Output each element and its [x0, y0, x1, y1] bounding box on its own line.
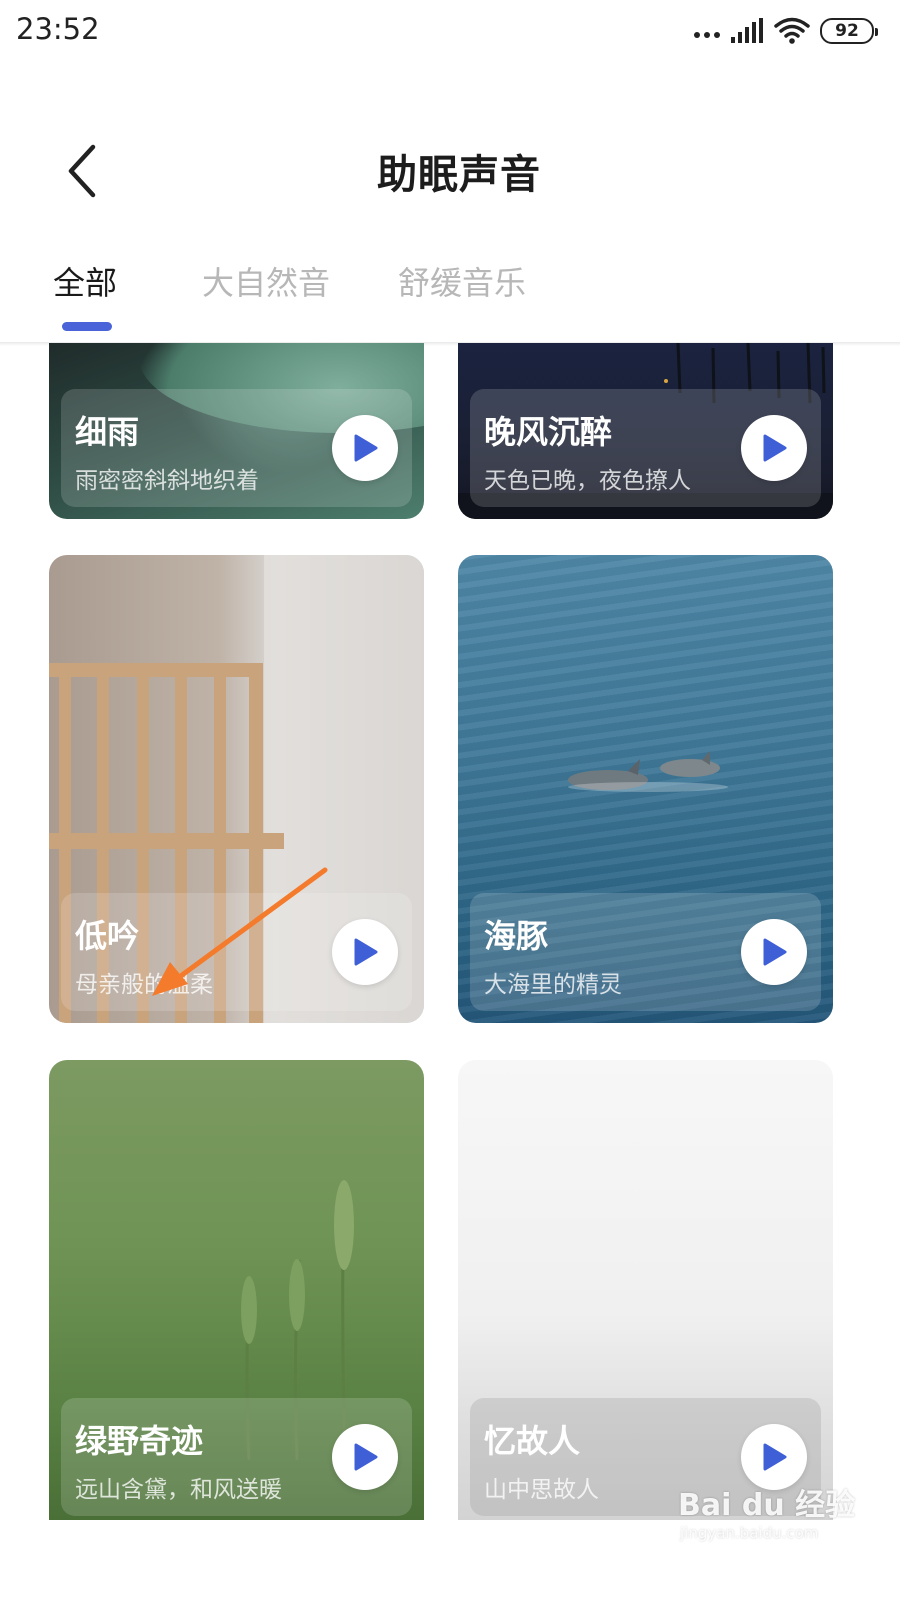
card-subtitle: 远山含黛，和风送暖	[75, 1477, 282, 1503]
play-icon	[763, 938, 787, 966]
play-icon	[354, 434, 378, 462]
battery-level: 92	[835, 21, 859, 41]
play-button[interactable]	[332, 1424, 398, 1490]
sound-card-drizzle[interactable]: 细雨 雨密密斜斜地织着	[49, 343, 424, 519]
tab-bar: 全部 大自然音 舒缓音乐	[0, 250, 900, 342]
card-info-panel: 绿野奇迹 远山含黛，和风送暖	[61, 1398, 412, 1516]
card-info-panel: 晚风沉醉 天色已晚，夜色撩人	[470, 389, 821, 507]
play-button[interactable]	[741, 919, 807, 985]
card-subtitle: 天色已晚，夜色撩人	[484, 468, 691, 494]
card-subtitle: 雨密密斜斜地织着	[75, 468, 259, 494]
card-title: 晚风沉醉	[484, 413, 613, 451]
play-button[interactable]	[741, 1424, 807, 1490]
tab-all[interactable]: 全部	[53, 258, 117, 304]
wifi-icon	[774, 17, 810, 44]
card-subtitle: 大海里的精灵	[484, 972, 622, 998]
card-subtitle: 山中思故人	[484, 1477, 599, 1503]
card-subtitle: 母亲般的温柔	[75, 972, 213, 998]
header: 助眠声音	[0, 120, 900, 220]
signal-icon	[731, 18, 763, 43]
card-title: 绿野奇迹	[75, 1422, 204, 1460]
more-dots-icon	[694, 32, 720, 38]
tab-nature-sounds[interactable]: 大自然音	[202, 258, 330, 304]
status-time: 23:52	[16, 12, 100, 46]
play-icon	[763, 434, 787, 462]
card-info-panel: 细雨 雨密密斜斜地织着	[61, 389, 412, 507]
status-icons: 92	[694, 15, 878, 47]
card-info-panel: 海豚 大海里的精灵	[470, 893, 821, 1011]
sound-card-low-hum[interactable]: 低吟 母亲般的温柔	[49, 555, 424, 1023]
card-title: 海豚	[484, 917, 549, 955]
tab-soothing-music[interactable]: 舒缓音乐	[398, 258, 526, 304]
play-button[interactable]	[741, 415, 807, 481]
battery-icon: 92	[820, 18, 878, 44]
play-icon	[763, 1443, 787, 1471]
page-title: 助眠声音	[377, 152, 541, 198]
play-icon	[354, 938, 378, 966]
card-info-panel: 低吟 母亲般的温柔	[61, 893, 412, 1011]
status-bar: 23:52 92	[0, 0, 900, 64]
card-title: 忆故人	[484, 1422, 581, 1460]
play-icon	[354, 1443, 378, 1471]
watermark-url: jingyan.baidu.com	[680, 1524, 819, 1542]
card-title: 细雨	[75, 413, 140, 451]
sound-card-dolphin[interactable]: 海豚 大海里的精灵	[458, 555, 833, 1023]
sound-card-evening-breeze[interactable]: 晚风沉醉 天色已晚，夜色撩人	[458, 343, 833, 519]
play-button[interactable]	[332, 919, 398, 985]
play-button[interactable]	[332, 415, 398, 481]
sound-card-old-friend[interactable]: 忆故人 山中思故人	[458, 1060, 833, 1520]
sound-card-green-field[interactable]: 绿野奇迹 远山含黛，和风送暖	[49, 1060, 424, 1520]
card-info-panel: 忆故人 山中思故人	[470, 1398, 821, 1516]
card-title: 低吟	[75, 917, 140, 955]
active-tab-indicator	[62, 322, 112, 331]
